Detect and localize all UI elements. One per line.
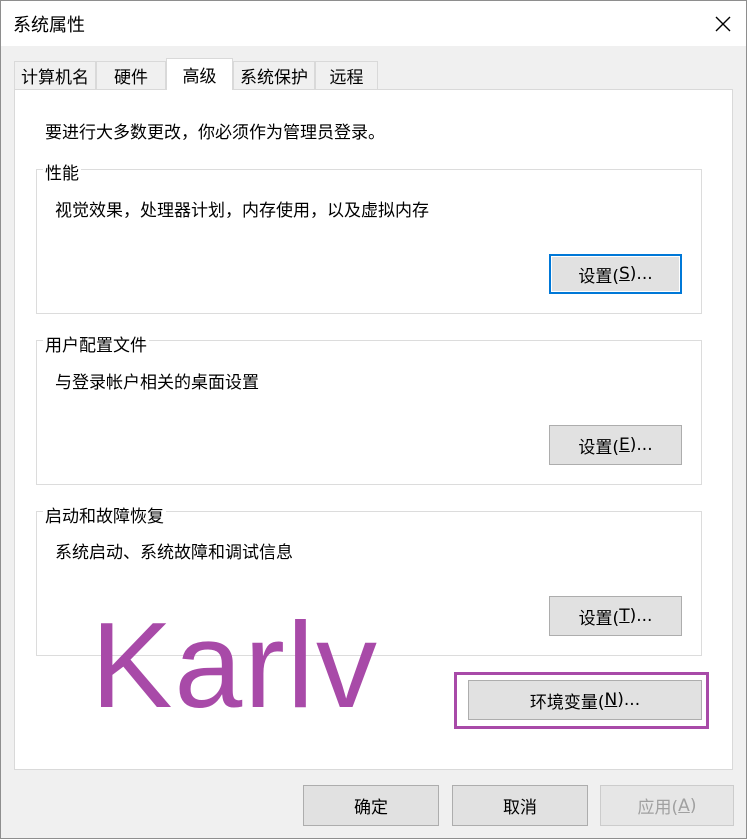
cancel-button[interactable]: 取消 bbox=[452, 785, 588, 826]
apply-accesskey: A bbox=[678, 795, 690, 816]
tab-remote[interactable]: 远程 bbox=[315, 61, 378, 89]
user-profiles-group-label: 用户配置文件 bbox=[43, 331, 149, 356]
user-profiles-settings-button[interactable]: 设置(E)... bbox=[549, 425, 682, 465]
tab-computer-name[interactable]: 计算机名 bbox=[14, 61, 96, 89]
close-icon bbox=[715, 16, 731, 31]
apply-prefix: 应用( bbox=[637, 798, 679, 818]
close-button[interactable] bbox=[700, 1, 746, 46]
watermark-text: Karlv bbox=[91, 597, 379, 733]
startup-recovery-settings-prefix: 设置( bbox=[578, 608, 620, 629]
admin-notice: 要进行大多数更改，你必须作为管理员登录。 bbox=[45, 123, 385, 143]
user-profiles-settings-prefix: 设置( bbox=[578, 437, 620, 458]
tab-system-protection[interactable]: 系统保护 bbox=[233, 61, 315, 89]
startup-recovery-settings-suffix: )... bbox=[629, 606, 653, 626]
tab-advanced[interactable]: 高级 bbox=[166, 58, 233, 90]
performance-settings-suffix: )... bbox=[629, 264, 653, 284]
ok-button[interactable]: 确定 bbox=[303, 785, 439, 826]
system-properties-dialog: 系统属性 计算机名 硬件 高级 系统保护 远程 要进行大多数更改，你必须作为管理… bbox=[0, 0, 747, 839]
startup-recovery-settings-accesskey: T bbox=[619, 606, 630, 626]
title-bar: 系统属性 bbox=[1, 1, 746, 46]
apply-button[interactable]: 应用(A) bbox=[600, 785, 734, 826]
user-profiles-settings-suffix: )... bbox=[629, 435, 653, 455]
user-profiles-description: 与登录帐户相关的桌面设置 bbox=[55, 373, 259, 393]
window-title: 系统属性 bbox=[13, 15, 85, 36]
tab-hardware[interactable]: 硬件 bbox=[96, 61, 166, 89]
performance-group-label: 性能 bbox=[43, 159, 81, 184]
performance-settings-button[interactable]: 设置(S)... bbox=[549, 254, 682, 294]
startup-recovery-description: 系统启动、系统故障和调试信息 bbox=[55, 543, 293, 563]
user-profiles-settings-accesskey: E bbox=[619, 435, 630, 455]
startup-recovery-settings-button[interactable]: 设置(T)... bbox=[549, 596, 682, 636]
highlight-box bbox=[454, 672, 709, 729]
startup-recovery-group-label: 启动和故障恢复 bbox=[43, 502, 166, 527]
apply-suffix: ) bbox=[689, 795, 697, 816]
performance-settings-prefix: 设置( bbox=[578, 266, 619, 287]
performance-settings-accesskey: S bbox=[619, 264, 630, 284]
performance-description: 视觉效果，处理器计划，内存使用，以及虚拟内存 bbox=[55, 201, 429, 221]
